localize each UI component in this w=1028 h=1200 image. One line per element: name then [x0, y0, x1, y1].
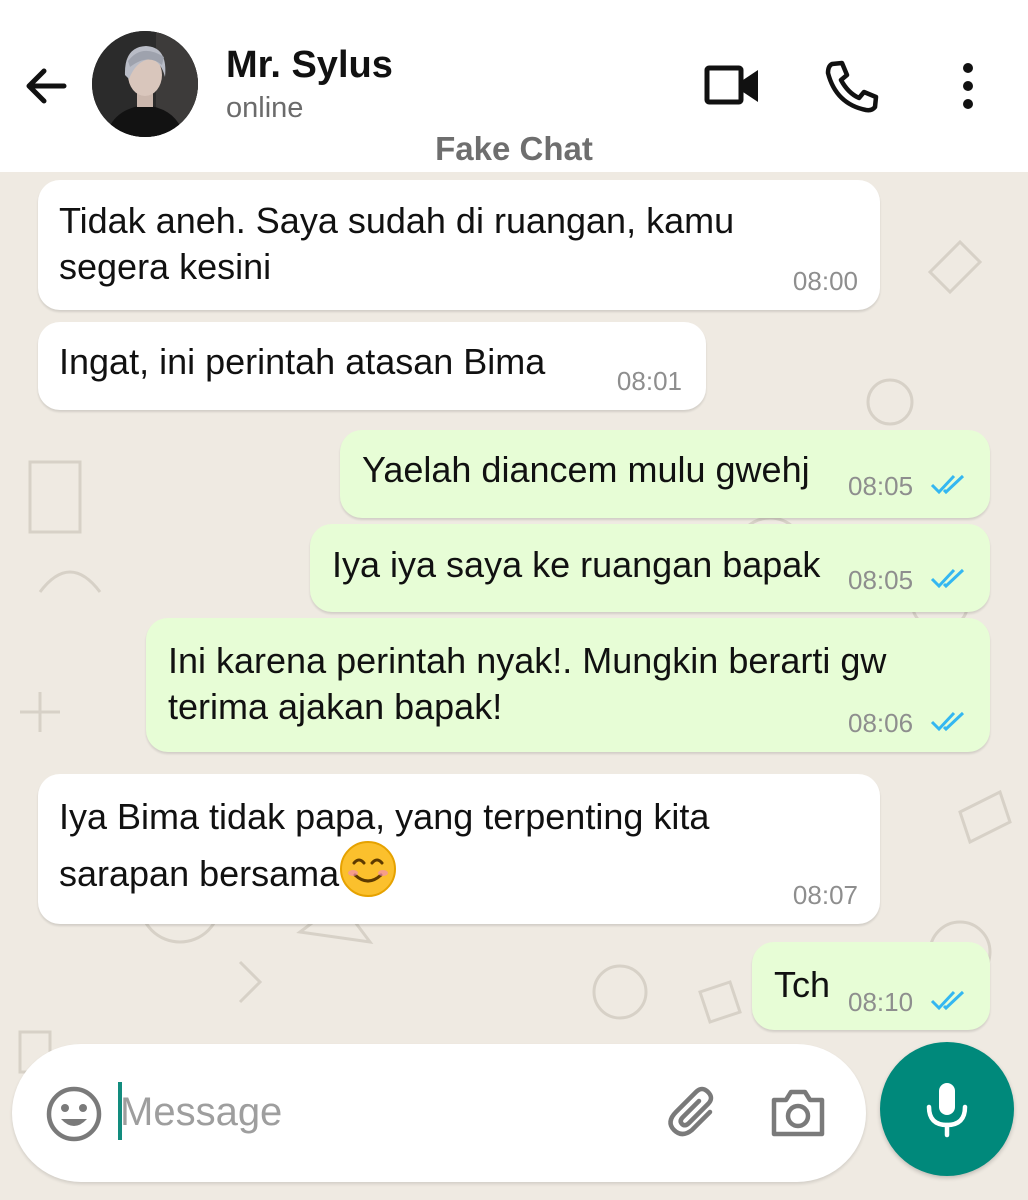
message-bubble-incoming[interactable]: Ingat, ini perintah atasan Bima 08:01	[38, 322, 706, 410]
chat-header: Mr. Sylus online Fake Chat	[0, 0, 1028, 172]
message-bubble-incoming[interactable]: Tidak aneh. Saya sudah di ruangan, kamu …	[38, 180, 880, 310]
message-time: 08:05	[848, 565, 914, 595]
message-text: Iya Bima tidak papa, yang terpenting kit…	[59, 794, 819, 898]
mic-icon	[926, 1083, 968, 1138]
message-bubble-outgoing[interactable]: Iya iya saya ke ruangan bapak 08:05	[310, 524, 990, 612]
read-receipt-icon	[930, 711, 965, 732]
contact-status: online	[226, 92, 304, 124]
message-time: 08:05	[848, 471, 914, 501]
read-receipt-icon	[930, 474, 965, 495]
message-input[interactable]	[120, 1080, 640, 1144]
message-time: 08:10	[848, 987, 914, 1017]
chat-area: Tidak aneh. Saya sudah di ruangan, kamu …	[0, 172, 1028, 1200]
message-time: 08:06	[848, 708, 914, 738]
video-call-icon[interactable]	[702, 58, 762, 114]
read-receipt-icon	[930, 568, 965, 589]
message-text: Yaelah diancem mulu gwehj	[362, 449, 810, 490]
message-composer	[12, 1044, 866, 1182]
back-arrow-icon[interactable]	[20, 60, 72, 112]
camera-icon[interactable]	[768, 1084, 828, 1140]
message-time: 08:01	[616, 366, 682, 396]
message-bubble-outgoing[interactable]: Yaelah diancem mulu gwehj 08:05	[340, 430, 990, 518]
read-receipt-icon	[930, 990, 965, 1011]
message-bubble-outgoing[interactable]: Tch 08:10	[752, 942, 990, 1030]
phone-icon[interactable]	[822, 58, 882, 114]
emoji-icon[interactable]	[44, 1084, 104, 1144]
message-text: Iya iya saya ke ruangan bapak	[332, 544, 821, 585]
more-vert-icon[interactable]	[944, 58, 992, 114]
chat-subtitle: Fake Chat	[435, 130, 593, 167]
contact-name[interactable]: Mr. Sylus	[226, 44, 393, 87]
message-time: 08:07	[792, 880, 858, 910]
message-text: Tidak aneh. Saya sudah di ruangan, kamu …	[59, 200, 735, 287]
message-text: Tch	[774, 964, 831, 1005]
avatar[interactable]	[92, 31, 198, 137]
mic-button[interactable]	[880, 1042, 1014, 1176]
message-bubble-outgoing[interactable]: Ini karena perintah nyak!. Mungkin berar…	[146, 618, 990, 752]
smiling-face-emoji	[340, 841, 397, 897]
message-text: Ingat, ini perintah atasan Bima	[59, 341, 546, 382]
message-bubble-incoming[interactable]: Iya Bima tidak papa, yang terpenting kit…	[38, 774, 880, 924]
message-time: 08:00	[792, 266, 858, 296]
attach-icon[interactable]	[664, 1082, 724, 1142]
